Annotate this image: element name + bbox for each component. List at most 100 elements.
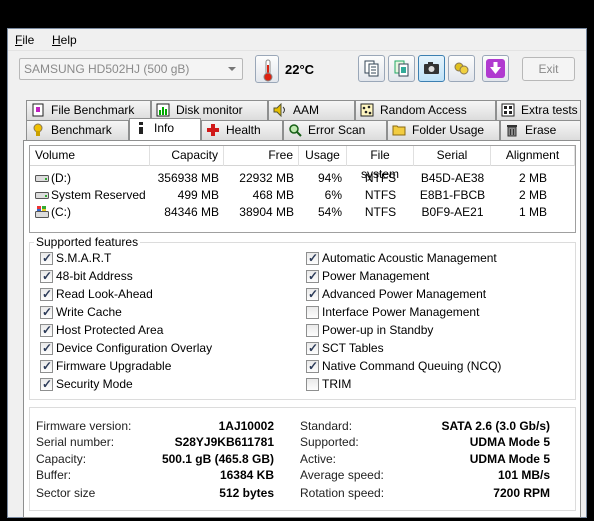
disk-monitor-icon xyxy=(156,103,170,117)
alignment-cell: 2 MB xyxy=(518,188,547,202)
table-row[interactable]: (D:) 356938 MB 22932 MB 94% NTFS B45D-AE… xyxy=(30,170,575,187)
checkbox[interactable] xyxy=(40,305,53,320)
extra-tests-icon xyxy=(501,103,515,117)
table-row[interactable]: System Reserved 499 MB 468 MB 6% NTFS E8… xyxy=(30,187,575,204)
folder-icon xyxy=(392,123,406,137)
alignment-cell: 2 MB xyxy=(518,171,547,185)
free-cell: 468 MB xyxy=(252,188,294,202)
info-capacity: Capacity: 500.1 gB (465.8 GB) xyxy=(36,452,274,466)
copy-all-button[interactable] xyxy=(388,55,415,82)
tab-random-access[interactable]: Random Access xyxy=(355,100,496,120)
save-button[interactable] xyxy=(482,55,509,82)
info-active: Active: UDMA Mode 5 xyxy=(300,452,550,466)
col-capacity[interactable]: Capacity xyxy=(150,146,224,166)
checkbox[interactable] xyxy=(306,359,319,374)
file-benchmark-icon xyxy=(31,103,45,117)
temperature-readout: 22°C xyxy=(285,62,315,77)
thermometer-icon xyxy=(255,55,279,83)
col-file-system[interactable]: File system xyxy=(347,146,414,181)
checkbox[interactable] xyxy=(306,251,319,266)
col-alignment[interactable]: Alignment xyxy=(491,146,575,166)
windows-drive-icon xyxy=(35,206,49,218)
magnifier-icon xyxy=(288,123,302,137)
volume-cell: System Reserved xyxy=(35,187,150,204)
capacity-cell: 84346 MB xyxy=(164,205,219,219)
info-average-speed: Average speed: 101 MB/s xyxy=(300,468,550,482)
info-panel: Volume Capacity Free Usage File system S… xyxy=(23,140,581,518)
usage-cell: 6% xyxy=(324,188,342,202)
chevron-down-icon xyxy=(228,67,236,71)
tab-file-benchmark[interactable]: File Benchmark xyxy=(26,100,151,120)
screenshot-button[interactable] xyxy=(418,55,445,82)
checkbox[interactable] xyxy=(40,251,53,266)
info-firmware: Firmware version: 1AJ10002 xyxy=(36,419,274,433)
checkbox[interactable] xyxy=(306,341,319,356)
volumes-table-header: Volume Capacity Free Usage File system S… xyxy=(30,146,575,181)
menu-help[interactable]: Help xyxy=(52,33,77,47)
tab-extra-tests[interactable]: Extra tests xyxy=(496,100,581,120)
col-free[interactable]: Free xyxy=(224,146,299,166)
usage-cell: 94% xyxy=(317,171,342,185)
checkbox[interactable] xyxy=(40,341,53,356)
tab-aam[interactable]: AAM xyxy=(268,100,355,120)
info-serial: Serial number: S28YJ9KB611781 xyxy=(36,435,274,449)
info-supported: Supported: UDMA Mode 5 xyxy=(300,435,550,449)
info-sector-size: Sector size 512 bytes xyxy=(36,486,274,500)
table-row[interactable]: (C:) 84346 MB 38904 MB 54% NTFS B0F9-AE2… xyxy=(30,204,575,221)
tab-benchmark[interactable]: Benchmark xyxy=(26,120,129,140)
drive-icon xyxy=(35,192,49,199)
checkbox[interactable] xyxy=(40,377,53,392)
trash-icon xyxy=(505,123,519,137)
checkbox[interactable] xyxy=(40,323,53,338)
free-cell: 38904 MB xyxy=(239,205,294,219)
capacity-cell: 499 MB xyxy=(177,188,219,202)
copy-icon xyxy=(364,60,379,77)
speaker-icon xyxy=(273,102,287,118)
copy-all-icon xyxy=(394,60,409,77)
checkbox[interactable] xyxy=(306,306,319,319)
checkbox[interactable] xyxy=(306,287,319,302)
menubar: File Help xyxy=(8,29,586,51)
menu-file[interactable]: File xyxy=(15,33,34,47)
fs-cell: NTFS xyxy=(364,205,397,219)
tab-info[interactable]: Info xyxy=(129,118,201,140)
options-icon xyxy=(454,62,469,75)
copy-text-button[interactable] xyxy=(358,55,385,82)
checkbox[interactable] xyxy=(40,287,53,302)
serial-cell: B0F9-AE21 xyxy=(421,205,484,219)
tab-error-scan[interactable]: Error Scan xyxy=(283,120,387,140)
checkbox[interactable] xyxy=(306,269,319,284)
free-cell: 22932 MB xyxy=(239,171,294,185)
col-usage[interactable]: Usage xyxy=(299,146,347,166)
tab-folder-usage[interactable]: Folder Usage xyxy=(387,120,500,140)
exit-button[interactable]: Exit xyxy=(522,57,575,81)
drive-select[interactable]: SAMSUNG HD502HJ (500 gB) xyxy=(19,58,243,80)
supported-features-group: Supported features S.M.A.R.T 48-bit Addr… xyxy=(29,235,576,400)
toolbar: SAMSUNG HD502HJ (500 gB) 22°C Exit xyxy=(8,52,586,90)
checkbox[interactable] xyxy=(40,359,53,374)
tab-health[interactable]: Health xyxy=(201,120,283,140)
volume-cell: (D:) xyxy=(35,170,150,187)
info-icon xyxy=(134,121,148,135)
checkbox[interactable] xyxy=(40,269,53,284)
main-window: File Help SAMSUNG HD502HJ (500 gB) 22°C xyxy=(7,28,587,518)
options-button[interactable] xyxy=(448,55,475,82)
drive-select-value: SAMSUNG HD502HJ (500 gB) xyxy=(24,62,190,76)
fs-cell: NTFS xyxy=(364,171,397,185)
checkbox[interactable] xyxy=(306,324,319,337)
col-volume[interactable]: Volume xyxy=(30,146,150,166)
tab-erase[interactable]: Erase xyxy=(500,120,581,140)
fs-cell: NTFS xyxy=(364,188,397,202)
checkbox[interactable] xyxy=(306,378,319,391)
download-arrow-icon xyxy=(486,59,505,78)
camera-icon xyxy=(424,62,439,74)
tab-disk-monitor[interactable]: Disk monitor xyxy=(151,100,268,120)
volumes-table[interactable]: Volume Capacity Free Usage File system S… xyxy=(29,145,576,233)
usage-cell: 54% xyxy=(317,205,342,219)
col-serial[interactable]: Serial xyxy=(414,146,491,166)
info-rotation-speed: Rotation speed: 7200 RPM xyxy=(300,486,550,500)
supported-features-title: Supported features xyxy=(34,235,141,249)
drive-info-group: Firmware version: 1AJ10002 Serial number:… xyxy=(29,407,576,511)
volume-cell: (C:) xyxy=(35,204,150,221)
drive-icon xyxy=(35,175,49,182)
